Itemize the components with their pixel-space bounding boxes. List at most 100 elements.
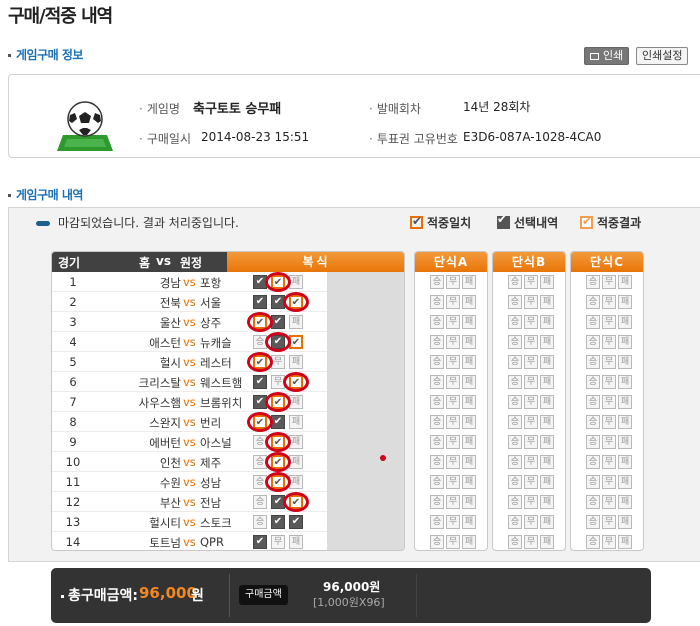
single-mark-win: 승 <box>586 435 600 449</box>
print-button-label: 인쇄 <box>603 49 624 62</box>
vs-label: vs <box>183 435 196 449</box>
vs-label: vs <box>183 355 196 369</box>
single-mark-loss: 패 <box>540 455 554 469</box>
legend-hit-label: 적중일치 <box>427 216 472 230</box>
purchase-info-box: 게임명 축구토토 승무패 구매일시 2014-08-23 15:51 발매회차 … <box>8 74 700 158</box>
away-team: 뉴캐슬 <box>200 336 232 350</box>
single-mark-win: 승 <box>586 475 600 489</box>
single-mark-win: 승 <box>586 415 600 429</box>
single-mark-loss: 패 <box>462 335 476 349</box>
print-button[interactable]: 인쇄 <box>584 47 630 65</box>
round-row: 발매회차 14년 28회차 <box>369 100 530 117</box>
single-mark-win: 승 <box>430 275 444 289</box>
single-mark-win: 승 <box>430 435 444 449</box>
hand-drawn-circle-mark <box>265 472 291 492</box>
match-number: 1 <box>69 275 77 289</box>
hand-drawn-circle-mark <box>283 292 309 312</box>
single-mark-draw: 무 <box>524 455 538 469</box>
match-number: 4 <box>69 335 77 349</box>
vs-label: vs <box>183 335 196 349</box>
single-mark-win: 승 <box>430 395 444 409</box>
home-team: 스완지 <box>149 416 181 430</box>
single-mark-win: 승 <box>508 295 522 309</box>
single-mark-win: 승 <box>430 355 444 369</box>
single-mark-win: 승 <box>430 315 444 329</box>
single-mark-loss: 패 <box>618 455 632 469</box>
home-team: 토트넘 <box>149 536 181 550</box>
vs-label: vs <box>183 455 196 469</box>
single-mark-draw: 무 <box>446 275 460 289</box>
round-label: 발매회차 <box>369 102 421 116</box>
single-mark-win: 승 <box>508 395 522 409</box>
bullet-icon <box>61 594 64 598</box>
single-mark-loss: 패 <box>540 435 554 449</box>
multi-mark-loss: 패 <box>289 475 303 489</box>
single-mark-loss: 패 <box>462 455 476 469</box>
legend-selected: ✔ 선택내역 <box>497 212 558 231</box>
single-mark-loss: 패 <box>540 295 554 309</box>
col-vs-header: vs <box>156 254 171 268</box>
print-setup-button[interactable]: 인쇄설정 <box>636 47 689 65</box>
single-mark-win: 승 <box>508 455 522 469</box>
hand-drawn-circle-mark <box>265 432 291 452</box>
single-mark-loss: 패 <box>540 415 554 429</box>
multi-mark-draw: 무 <box>271 535 285 549</box>
single-mark-draw: 무 <box>602 495 616 509</box>
match-number: 9 <box>69 435 77 449</box>
multi-mark-win <box>253 535 267 549</box>
away-team: 웨스트햄 <box>200 376 243 390</box>
table-row: 13 헐시티 vs 스토크 <box>52 512 327 532</box>
single-mark-draw: 무 <box>524 375 538 389</box>
legend-selected-icon: ✔ <box>497 212 510 229</box>
single-mark-win: 승 <box>586 495 600 509</box>
single-mark-loss: 패 <box>618 535 632 549</box>
single-mark-draw: 무 <box>524 475 538 489</box>
multi-mark-win <box>253 375 267 389</box>
legend-hit-result-label: 적중결과 <box>597 216 642 230</box>
single-mark-draw: 무 <box>446 455 460 469</box>
status-notice-text: 마감되었습니다. 결과 처리중입니다. <box>58 216 239 230</box>
multi-mark-draw: 무 <box>271 355 285 369</box>
status-pill-icon <box>36 221 50 226</box>
home-team: 사우스햄 <box>138 396 181 410</box>
hand-drawn-circle-mark <box>265 452 291 472</box>
single-mark-loss: 패 <box>462 375 476 389</box>
single-mark-draw: 무 <box>446 435 460 449</box>
soccer-ball-icon <box>57 101 113 151</box>
section-title: 게임구매 내역 <box>16 188 83 202</box>
single-mark-loss: 패 <box>540 535 554 549</box>
single-mark-win: 승 <box>508 335 522 349</box>
legend-hit-icon: ✔ <box>410 214 423 229</box>
single-mark-win: 승 <box>430 515 444 529</box>
single-mark-draw: 무 <box>446 535 460 549</box>
red-dot-marker <box>380 455 386 461</box>
single-mark-draw: 무 <box>602 475 616 489</box>
multi-mark-win: 승 <box>253 495 267 509</box>
vs-label: vs <box>183 415 196 429</box>
table-row: 14 토트넘 vs QPR <box>52 532 327 550</box>
status-notice: 마감되었습니다. 결과 처리중입니다. <box>36 214 239 231</box>
col-away-header: 원정 <box>180 256 203 270</box>
single-mark-draw: 무 <box>602 375 616 389</box>
table-row: 5 헐시 vs 레스터 <box>52 352 327 372</box>
single-mark-win: 승 <box>586 535 600 549</box>
home-team: 수원 <box>159 476 181 490</box>
single-a-table: 단식A 승무패승무패승무패승무패승무패승무패승무패승무패승무패승무패승무패승무패… <box>414 251 488 551</box>
single-mark-draw: 무 <box>602 275 616 289</box>
multi-mark-win <box>253 295 267 309</box>
single-mark-win: 승 <box>430 475 444 489</box>
single-mark-draw: 무 <box>524 295 538 309</box>
home-team: 에버턴 <box>149 436 181 450</box>
vs-label: vs <box>183 535 196 549</box>
total-unit: 원 <box>191 588 204 604</box>
single-mark-win: 승 <box>508 375 522 389</box>
table-row: 3 울산 vs 상주 <box>52 312 327 332</box>
home-team: 헐시 <box>159 356 181 370</box>
multi-mark-draw <box>271 315 285 329</box>
match-number: 12 <box>65 495 81 509</box>
single-mark-draw: 무 <box>524 315 538 329</box>
multi-mark-loss: 패 <box>289 315 303 329</box>
purchase-date-row: 구매일시 2014-08-23 15:51 <box>139 130 309 147</box>
single-mark-draw: 무 <box>446 295 460 309</box>
single-mark-loss: 패 <box>540 475 554 489</box>
